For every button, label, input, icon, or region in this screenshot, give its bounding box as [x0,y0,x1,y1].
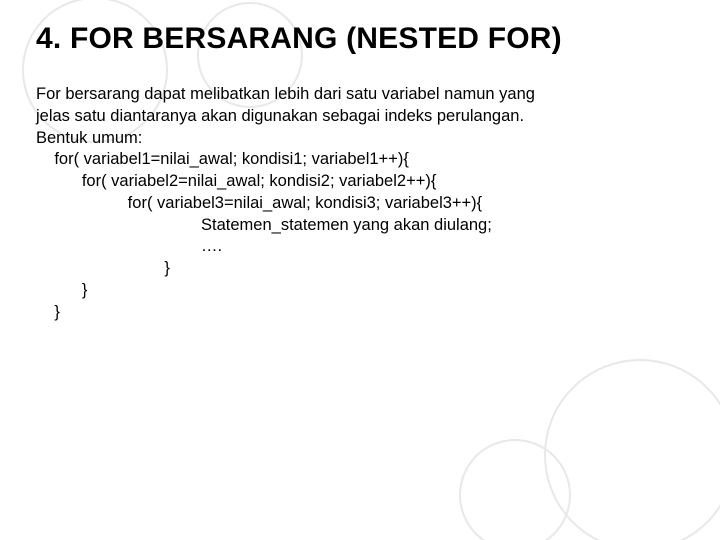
code-line: } [36,281,87,299]
code-line: for( variabel2=nilai_awal; kondisi2; var… [36,172,436,190]
slide-body: For bersarang dapat melibatkan lebih dar… [36,84,688,323]
code-line: Statemen_statemen yang akan diulang; [36,216,492,234]
code-line: for( variabel3=nilai_awal; kondisi3; var… [36,194,482,212]
code-line: …. [36,237,222,255]
slide-content: 4. FOR BERSARANG (NESTED FOR) For bersar… [0,0,720,323]
code-line: } [36,303,60,321]
slide-heading: 4. FOR BERSARANG (NESTED FOR) [36,22,688,56]
code-line: for( variabel1=nilai_awal; kondisi1; var… [36,150,409,168]
paragraph-line: For bersarang dapat melibatkan lebih dar… [36,85,535,103]
code-line: } [36,259,170,277]
paragraph-line: Bentuk umum: [36,129,142,147]
paragraph-line: jelas satu diantaranya akan digunakan se… [36,107,524,125]
